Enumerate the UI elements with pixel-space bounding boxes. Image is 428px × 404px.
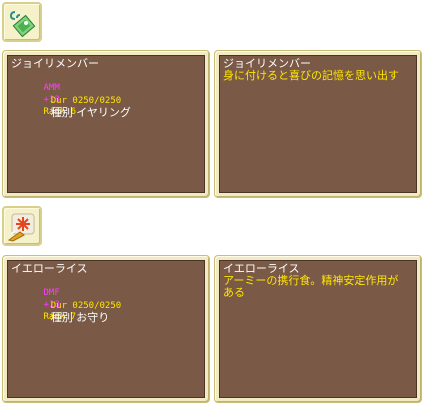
item-dur-line: Dur 0250/0250 種別 イヤリング xyxy=(11,82,131,131)
earring-icon xyxy=(9,11,36,38)
item-stats-panel-2: イエローライス DMF +13 Rank 7 Dur 0250/0250 種別 … xyxy=(2,255,210,403)
desc-line: 身に付けると喜びの記憶を思い出す xyxy=(223,69,399,82)
desc-line: アーミーの携行食。精神安定作用が xyxy=(223,274,399,287)
item-desc-panel-1: ジョイリメンバー 身に付けると喜びの記憶を思い出す xyxy=(214,50,422,198)
item-name: イエローライス xyxy=(11,262,88,275)
durability-text: Dur 0250/0250 xyxy=(50,301,122,311)
item-stats-panel-1: ジョイリメンバー AMM +13 Rank 6 Dur 0250/0250 種別… xyxy=(2,50,210,198)
item-desc-panel-2: イエローライス アーミーの携行食。精神安定作用が ある xyxy=(214,255,422,403)
amulet-icon xyxy=(7,213,35,242)
item-dur-line: Dur 0250/0250 種別 お守り xyxy=(11,287,121,336)
item-slot-2[interactable] xyxy=(2,206,42,246)
durability-text: Dur 0250/0250 xyxy=(50,96,122,106)
desc-line: ある xyxy=(223,286,245,299)
item-type: 種別 イヤリング xyxy=(50,106,131,119)
item-slot-1[interactable] xyxy=(2,2,42,42)
item-type: 種別 お守り xyxy=(50,311,110,324)
item-name: ジョイリメンバー xyxy=(11,57,99,70)
